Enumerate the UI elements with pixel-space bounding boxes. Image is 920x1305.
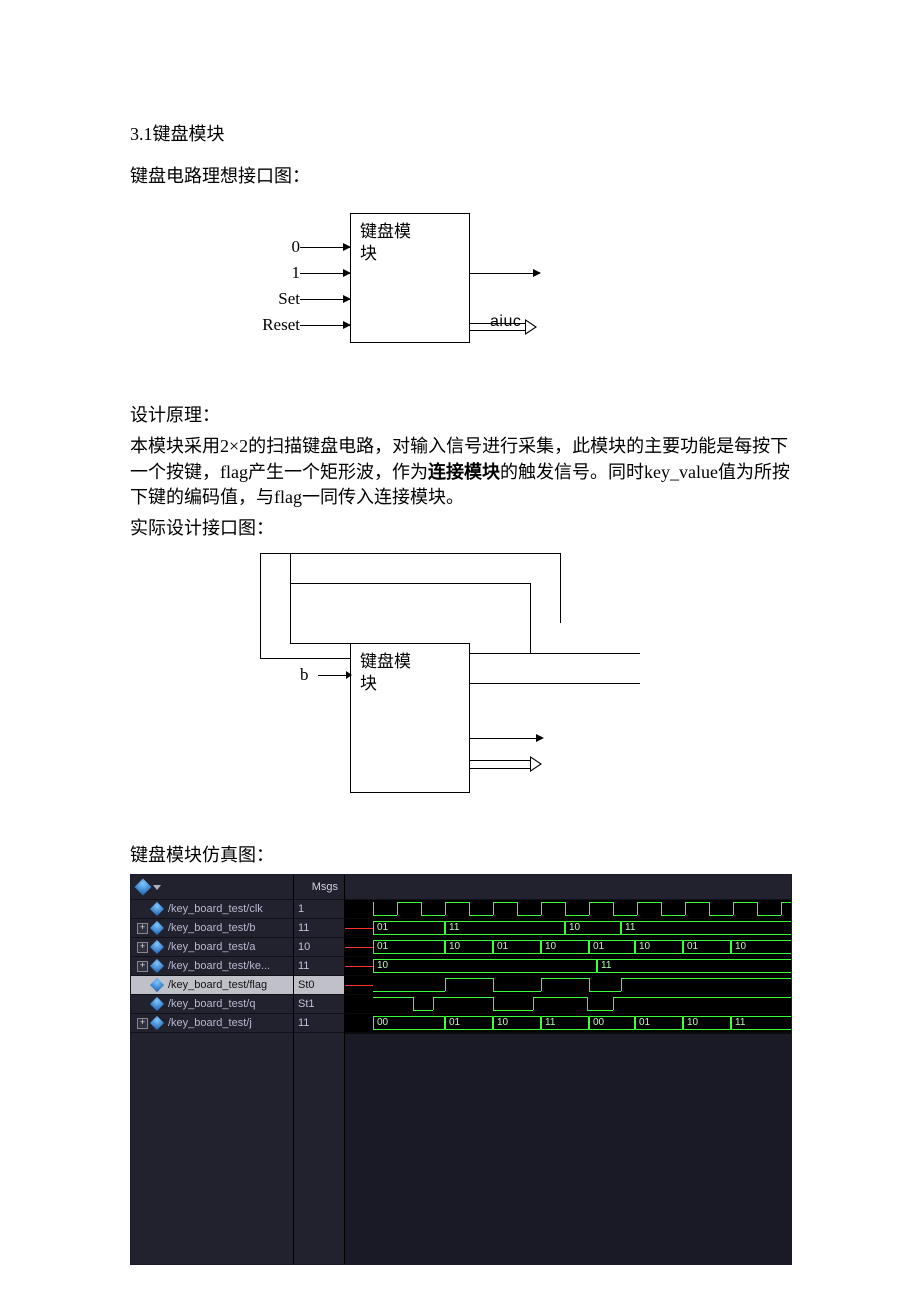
expand-icon[interactable]: + (137, 923, 148, 934)
signal-row[interactable]: +/key_board_test/q (131, 995, 293, 1014)
block-label: 键盘模块 (360, 221, 411, 265)
design-principle-body: 本模块采用2×2的扫描键盘电路，对输入信号进行采集，此模块的主要功能是每按下一个… (130, 434, 790, 510)
modelsim-logo-icon (135, 879, 152, 896)
signal-value[interactable]: 11 (294, 957, 344, 976)
signal-name-label: /key_board_test/clk (168, 903, 289, 915)
bus-value-label: 11 (599, 960, 611, 972)
signal-row[interactable]: + /key_board_test/b (131, 919, 293, 938)
bus-value-label: 01 (447, 1017, 460, 1029)
bus-value-label: 11 (447, 922, 459, 934)
waveform-caption: 键盘模块仿真图： (130, 843, 790, 868)
arrow-out (470, 273, 540, 274)
bus-value-label: 00 (591, 1017, 604, 1029)
signal-value[interactable]: 10 (294, 938, 344, 957)
waveform-empty-area (345, 1033, 791, 1264)
bus-value-label: 10 (495, 1017, 508, 1029)
signal-row[interactable]: +/key_board_test/flag (131, 976, 293, 995)
signal-diamond-icon (150, 921, 164, 935)
waveform-lane[interactable]: 01 11 10 11 (345, 919, 791, 938)
bus-value-label: 01 (375, 941, 388, 953)
signal-name-label: /key_board_test/flag (168, 979, 289, 991)
signal-value[interactable]: 11 (294, 1014, 344, 1033)
arrow-in (300, 273, 350, 274)
arrow-in (300, 247, 350, 248)
clipped-text: aiuc (490, 313, 521, 331)
signal-diamond-icon (150, 978, 164, 992)
signal-row[interactable]: + /key_board_test/a (131, 938, 293, 957)
design-principle-title: 设计原理： (130, 403, 790, 428)
bus-value-label: 01 (591, 941, 604, 953)
bus-value-label: 11 (733, 1017, 745, 1029)
bus-value-label: 10 (567, 922, 580, 934)
diagram-actual-interface: 键盘模块 b (230, 553, 750, 803)
bus-value-label: 01 (495, 941, 508, 953)
arrow-in (300, 325, 350, 326)
waveform-viewer: +/key_board_test/clk+/key_board_test/b+/… (130, 874, 792, 1265)
arrow-out-bus (470, 758, 550, 770)
bus-value-label: 11 (543, 1017, 555, 1029)
input-label-0: 0 (240, 237, 300, 257)
signal-row[interactable]: +/key_board_test/clk (131, 900, 293, 919)
bus-value-label: 01 (685, 941, 698, 953)
expand-icon[interactable]: + (137, 942, 148, 953)
input-label-1: 1 (240, 263, 300, 283)
section-title: 3.1键盘模块 (130, 120, 790, 146)
block-label: 键盘模块 (360, 651, 411, 695)
expand-icon[interactable]: + (137, 1018, 148, 1029)
bus-value-label: 00 (375, 1017, 388, 1029)
signal-diamond-icon (150, 902, 164, 916)
bus-value-label: 11 (623, 922, 635, 934)
bus-value-label: 10 (685, 1017, 698, 1029)
input-label-b: b (300, 665, 309, 685)
waveform-lane[interactable] (345, 900, 791, 919)
signal-name-label: /key_board_test/ke... (168, 960, 289, 972)
bus-value-label: 10 (543, 941, 556, 953)
signal-diamond-icon (150, 959, 164, 973)
bus-value-label: 10 (375, 960, 388, 972)
signal-value[interactable]: 11 (294, 919, 344, 938)
signal-diamond-icon (150, 1016, 164, 1030)
chevron-down-icon[interactable] (153, 885, 161, 890)
signal-value[interactable]: 1 (294, 900, 344, 919)
signal-name-label: /key_board_test/a (168, 941, 289, 953)
waveform-pane[interactable]: 0111101101100110011001101011000110110001… (345, 875, 791, 1264)
signal-name-pane[interactable]: +/key_board_test/clk+/key_board_test/b+/… (131, 875, 294, 1264)
signal-value[interactable]: St1 (294, 995, 344, 1014)
actual-interface-label: 实际设计接口图： (130, 516, 790, 541)
bus-value-label: 01 (637, 1017, 650, 1029)
ideal-interface-label: 键盘电路理想接口图： (130, 164, 790, 189)
waveform-lane[interactable] (345, 976, 791, 995)
signal-name-label: /key_board_test/q (168, 998, 289, 1010)
waveform-lane[interactable]: 10 11 (345, 957, 791, 976)
waveform-pane-header (345, 875, 791, 900)
msgs-header: Msgs (294, 875, 344, 900)
signal-diamond-icon (150, 997, 164, 1011)
bus-value-label: 10 (637, 941, 650, 953)
input-label-set: Set (240, 289, 300, 309)
waveform-lane[interactable] (345, 995, 791, 1014)
signal-value[interactable]: St0 (294, 976, 344, 995)
signal-value-pane[interactable]: Msgs 1111011St0St111 (294, 875, 345, 1264)
input-label-reset: Reset (240, 315, 300, 335)
signal-pane-header[interactable] (131, 875, 293, 900)
waveform-lane[interactable]: 01 10 01 10 01 10 01 10 (345, 938, 791, 957)
bus-value-label: 01 (375, 922, 388, 934)
signal-diamond-icon (150, 940, 164, 954)
signal-name-label: /key_board_test/b (168, 922, 289, 934)
bus-value-label: 10 (733, 941, 746, 953)
bus-value-label: 10 (447, 941, 460, 953)
signal-row[interactable]: + /key_board_test/j (131, 1014, 293, 1033)
signal-row[interactable]: + /key_board_test/ke... (131, 957, 293, 976)
arrow-in (300, 299, 350, 300)
expand-icon[interactable]: + (137, 961, 148, 972)
signal-name-label: /key_board_test/j (168, 1017, 289, 1029)
diagram-ideal-interface: 键盘模块 0 1 Set Reset aiuc (190, 213, 710, 373)
waveform-lane[interactable]: 00 01 10 11 00 01 10 11 (345, 1014, 791, 1033)
